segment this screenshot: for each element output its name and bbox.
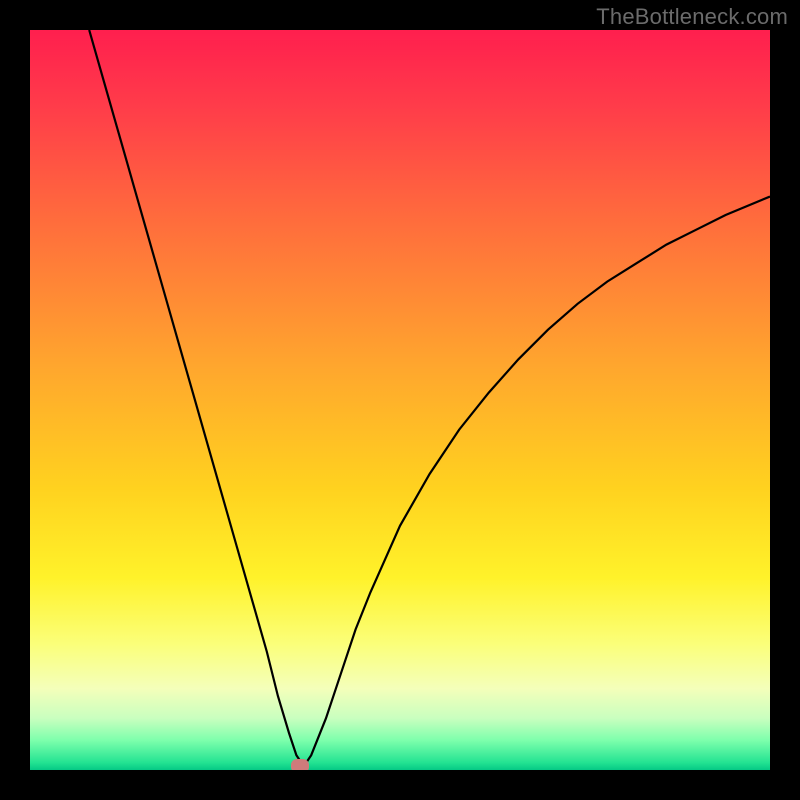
chart-frame: TheBottleneck.com — [0, 0, 800, 800]
curve-path — [89, 30, 770, 766]
bottleneck-curve — [30, 30, 770, 770]
plot-area — [30, 30, 770, 770]
watermark-text: TheBottleneck.com — [596, 4, 788, 30]
optimum-marker — [291, 759, 309, 770]
